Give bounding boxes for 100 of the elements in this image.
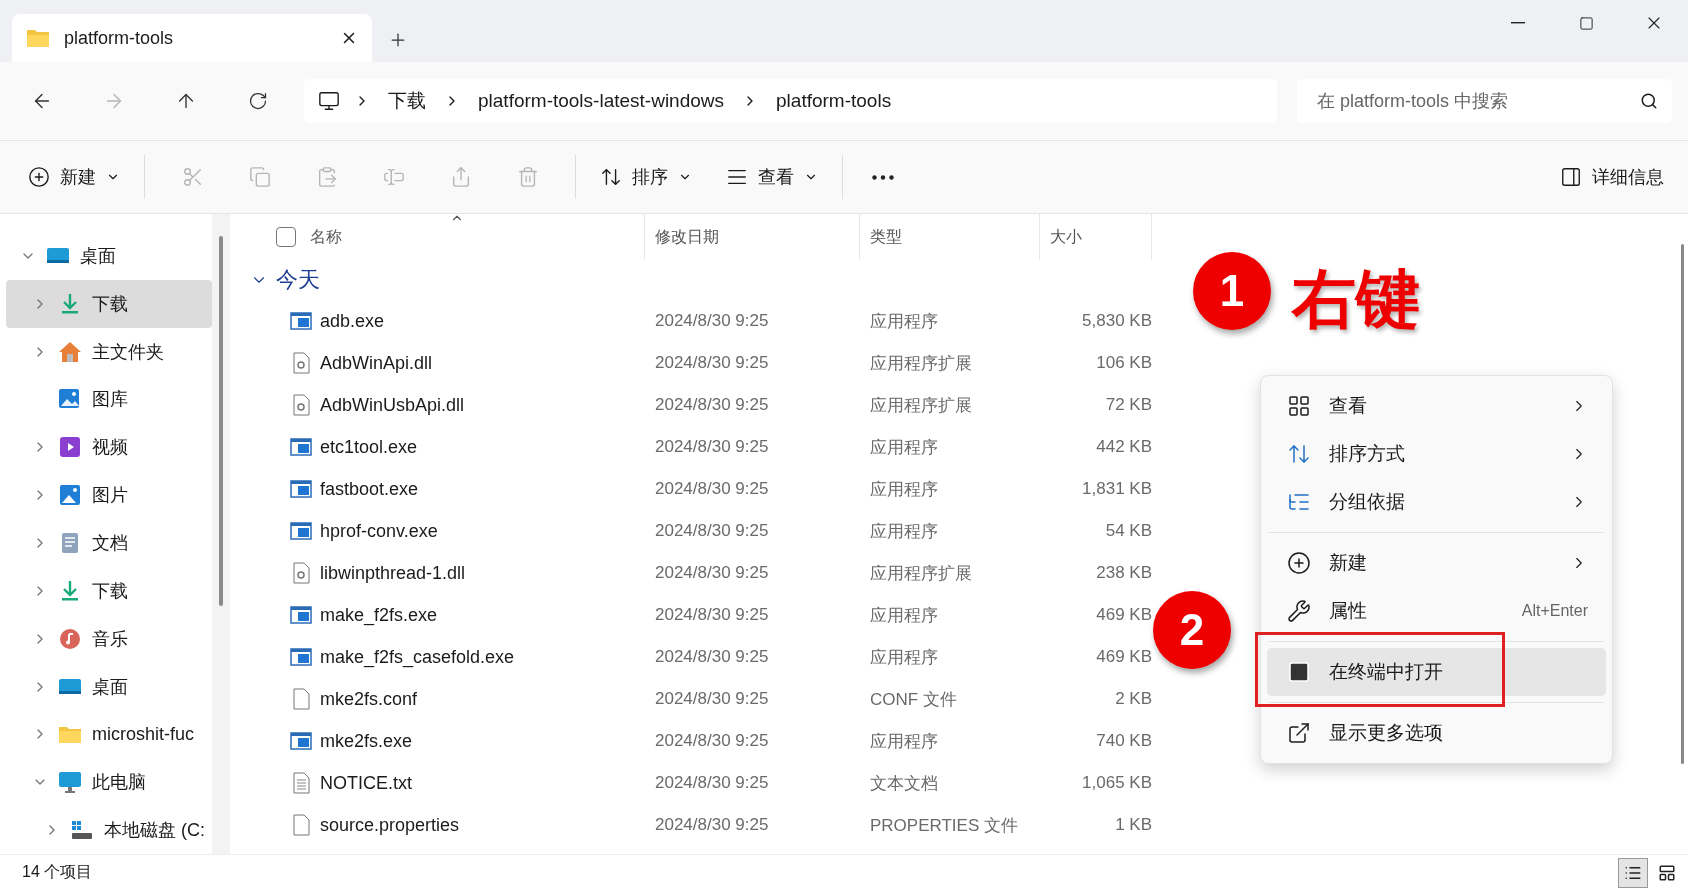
application-icon bbox=[290, 646, 312, 668]
menu-item[interactable]: 显示更多选项 bbox=[1267, 709, 1606, 757]
application-icon bbox=[290, 730, 312, 752]
item-count: 14 个项目 bbox=[22, 862, 93, 882]
folder-icon bbox=[26, 28, 50, 48]
menu-item[interactable]: 在终端中打开 bbox=[1267, 648, 1606, 696]
type-cell-text: 应用程序扩展 bbox=[869, 394, 973, 417]
search-field[interactable]: 在 platform-tools 中搜索 bbox=[1297, 79, 1672, 123]
details-view-button[interactable] bbox=[1618, 857, 1648, 888]
tab[interactable]: platform-tools bbox=[12, 14, 372, 62]
trash-icon bbox=[516, 166, 539, 188]
size-cell-text: 54 KB bbox=[1104, 521, 1152, 541]
group-header[interactable]: 今天 bbox=[250, 260, 320, 300]
more-icon bbox=[872, 174, 894, 180]
sidebar-item[interactable]: 文档 bbox=[6, 519, 212, 567]
date-cell-text: 2024/8/30 9:25 bbox=[654, 395, 770, 415]
file-icon bbox=[290, 814, 312, 836]
sidebar-item[interactable]: 图片 bbox=[6, 471, 212, 520]
address-bar[interactable]: 下载 platform-tools-latest-windows platform-tools bbox=[304, 79, 1277, 123]
file-name[interactable]: AdbWinApi.dll bbox=[320, 352, 433, 374]
date-cell-text: 2024/8/30 9:25 bbox=[654, 521, 770, 541]
sidebar-item[interactable]: 桌面 bbox=[6, 662, 212, 711]
file-name[interactable]: fastboot.exe bbox=[320, 478, 419, 500]
menu-item[interactable]: 查看 bbox=[1267, 382, 1606, 430]
type-cell-text: 应用程序扩展 bbox=[869, 352, 973, 375]
sidebar-item[interactable]: 本地磁盘 (C: bbox=[6, 806, 212, 854]
size-cell-text: 1,065 KB bbox=[1081, 773, 1152, 793]
application-icon bbox=[290, 436, 312, 458]
sidebar-item[interactable]: 下载 bbox=[6, 279, 212, 328]
breadcrumb[interactable]: platform-tools bbox=[772, 90, 896, 112]
file-name[interactable]: source.properties bbox=[320, 814, 460, 836]
type-cell-text: 应用程序 bbox=[869, 520, 939, 543]
type-cell-text: 文本文档 bbox=[869, 772, 939, 795]
drive-icon bbox=[70, 819, 94, 842]
plus-circle-icon bbox=[1287, 551, 1311, 575]
application-icon bbox=[290, 478, 312, 500]
size-cell-text: 106 KB bbox=[1095, 353, 1152, 373]
file-name[interactable]: AdbWinUsbApi.dll bbox=[320, 394, 465, 416]
date-cell-text: 2024/8/30 9:25 bbox=[654, 563, 770, 583]
column-header[interactable]: 类型 bbox=[870, 226, 902, 248]
annotation-label: 右键 bbox=[1292, 262, 1420, 337]
sidebar-item[interactable]: 下载 bbox=[6, 566, 212, 615]
type-cell-text: 应用程序 bbox=[869, 478, 939, 501]
sort-button[interactable]: 排序 bbox=[590, 155, 702, 199]
sidebar-item[interactable]: 视频 bbox=[6, 423, 212, 472]
application-icon bbox=[290, 604, 312, 626]
refresh-icon bbox=[248, 91, 268, 111]
file-name[interactable]: adb.exe bbox=[320, 310, 385, 332]
column-header[interactable]: 大小 bbox=[1050, 226, 1082, 248]
file-name[interactable]: libwinpthread-1.dll bbox=[320, 562, 466, 584]
file-name[interactable]: mke2fs.exe bbox=[320, 730, 413, 752]
type-cell-text: 应用程序 bbox=[869, 604, 939, 627]
maximize-icon bbox=[1578, 15, 1594, 31]
menu-item[interactable]: 新建 bbox=[1267, 539, 1606, 587]
sidebar-item[interactable]: 此电脑 bbox=[6, 758, 212, 807]
sort-icon bbox=[600, 166, 622, 188]
view-button[interactable]: 查看 bbox=[716, 155, 828, 199]
home-icon bbox=[58, 340, 82, 363]
scissors-icon bbox=[181, 166, 204, 188]
file-name[interactable]: etc1tool.exe bbox=[320, 436, 418, 458]
sidebar-item[interactable]: 音乐 bbox=[6, 614, 212, 663]
size-cell-text: 740 KB bbox=[1095, 731, 1152, 751]
gallery-icon bbox=[58, 388, 82, 411]
monitor-icon bbox=[58, 771, 82, 794]
wrench-icon bbox=[1287, 599, 1311, 623]
application-icon bbox=[290, 520, 312, 542]
type-cell-text: 应用程序 bbox=[869, 730, 939, 753]
file-name[interactable]: mke2fs.conf bbox=[320, 688, 418, 710]
sidebar-item[interactable]: 主文件夹 bbox=[6, 327, 212, 376]
size-cell-text: 238 KB bbox=[1095, 563, 1152, 583]
breadcrumb[interactable]: platform-tools-latest-windows bbox=[474, 90, 729, 112]
menu-item[interactable]: 分组依据 bbox=[1267, 478, 1606, 526]
details-button[interactable]: 详细信息 bbox=[1550, 155, 1674, 199]
menu-item[interactable]: 排序方式 bbox=[1267, 430, 1606, 478]
plus-circle-icon bbox=[28, 166, 50, 188]
size-cell-text: 1,831 KB bbox=[1081, 479, 1152, 499]
date-cell-text: 2024/8/30 9:25 bbox=[654, 311, 770, 331]
sidebar-item[interactable]: 桌面 bbox=[6, 232, 212, 280]
file-name[interactable]: make_f2fs_casefold.exe bbox=[320, 646, 515, 668]
file-name[interactable]: NOTICE.txt bbox=[320, 772, 412, 794]
select-all-checkbox[interactable] bbox=[276, 227, 296, 247]
size-cell-text: 469 KB bbox=[1095, 605, 1152, 625]
type-cell-text: 应用程序 bbox=[869, 436, 939, 459]
sidebar-item[interactable]: 图库 bbox=[6, 375, 212, 424]
date-cell-text: 2024/8/30 9:25 bbox=[654, 479, 770, 499]
minimize-icon bbox=[1511, 22, 1525, 24]
file-name[interactable]: hprof-conv.exe bbox=[320, 520, 438, 542]
type-cell-text: PROPERTIES 文件 bbox=[869, 814, 1019, 837]
breadcrumb[interactable]: 下载 bbox=[384, 88, 430, 114]
sidebar-item[interactable]: microshit-fuc bbox=[6, 710, 212, 759]
column-header[interactable]: 修改日期 bbox=[655, 226, 719, 248]
type-cell-text: 应用程序扩展 bbox=[869, 562, 973, 585]
column-header[interactable]: 名称 bbox=[310, 226, 342, 248]
file-name[interactable]: make_f2fs.exe bbox=[320, 604, 438, 626]
sort-icon bbox=[1287, 442, 1311, 466]
new-button[interactable]: 新建 bbox=[18, 155, 130, 199]
size-cell-text: 5,830 KB bbox=[1081, 311, 1152, 331]
menu-item[interactable]: 属性 Alt+Enter bbox=[1267, 587, 1606, 635]
type-cell-text: 应用程序 bbox=[869, 310, 939, 333]
date-cell-text: 2024/8/30 9:25 bbox=[654, 815, 770, 835]
